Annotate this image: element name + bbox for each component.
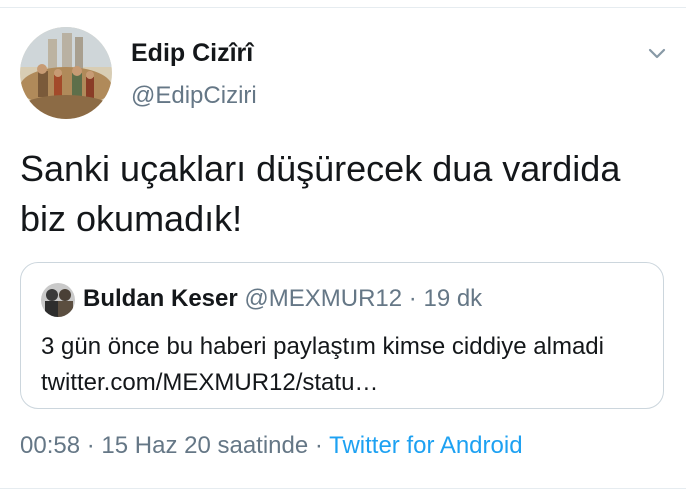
- quoted-separator: ·: [408, 285, 417, 312]
- quoted-tweet-text: 3 gün önce bu haberi paylaştım kimse cid…: [41, 333, 604, 396]
- meta-separator-2: ·: [314, 432, 323, 459]
- tweet-source-link[interactable]: Twitter for Android: [329, 432, 522, 459]
- author-username[interactable]: @EdipCiziri: [131, 82, 257, 110]
- quoted-author-avatar: [41, 283, 75, 317]
- avatar-painting: [20, 27, 112, 119]
- tweet-date: 15 Haz 20 saatinde: [101, 432, 309, 459]
- quoted-time: 19 dk: [423, 285, 483, 312]
- quoted-handle: @MEXMUR12: [244, 285, 403, 312]
- tweet-time: 00:58: [20, 432, 81, 459]
- author-avatar[interactable]: [20, 27, 112, 119]
- bottom-divider: [0, 488, 686, 489]
- tweet-text: Sanki uçakları düşürecek dua vardida biz…: [20, 148, 621, 239]
- quoted-tweet-header: Buldan Keser @MEXMUR12 · 19 dk: [83, 285, 482, 313]
- quoted-tweet-card[interactable]: Buldan Keser @MEXMUR12 · 19 dk 3 gün önc…: [20, 262, 664, 409]
- quoted-display-name: Buldan Keser: [83, 285, 238, 312]
- top-divider: [0, 7, 686, 8]
- chevron-down-icon[interactable]: [645, 41, 669, 65]
- meta-separator: ·: [86, 432, 95, 459]
- tweet-meta: 00:58 · 15 Haz 20 saatinde · Twitter for…: [20, 432, 523, 460]
- author-display-name[interactable]: Edip Cizîrî: [131, 39, 253, 68]
